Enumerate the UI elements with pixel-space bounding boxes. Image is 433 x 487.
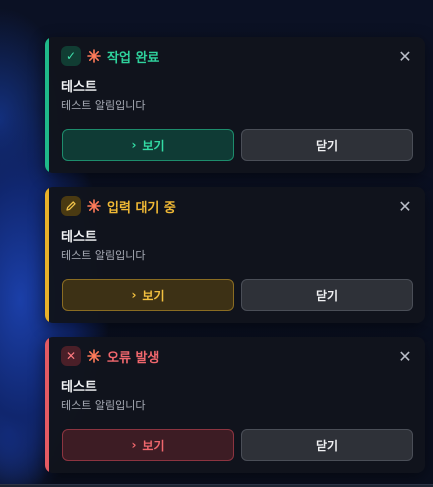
toast-title: 작업 완료: [107, 50, 160, 66]
toast-header: 입력 대기 중 ✕: [61, 196, 415, 216]
close-icon[interactable]: ✕: [395, 196, 415, 216]
dismiss-button[interactable]: 닫기: [241, 279, 413, 311]
chevron-right-icon: ›: [131, 138, 137, 152]
dismiss-button-label: 닫기: [315, 438, 339, 453]
message-heading: 테스트: [61, 80, 97, 95]
check-icon: ✓: [61, 46, 81, 66]
message-heading: 테스트: [61, 230, 97, 245]
dismiss-button[interactable]: 닫기: [241, 129, 413, 161]
toast-header: ✓ 작업 완료 ✕: [61, 46, 415, 66]
message-heading: 테스트: [61, 380, 97, 395]
chevron-right-icon: ›: [131, 288, 137, 302]
view-button[interactable]: › 보기: [62, 129, 234, 161]
toast-title: 오류 발생: [107, 350, 160, 366]
message-body: 테스트 알림입니다: [61, 249, 146, 262]
message-body: 테스트 알림입니다: [61, 99, 146, 112]
view-button[interactable]: › 보기: [62, 279, 234, 311]
view-button-label: 보기: [142, 138, 165, 153]
spark-icon: [86, 48, 102, 64]
accent-bar: [45, 37, 49, 173]
dismiss-button-label: 닫기: [315, 138, 339, 153]
view-button-label: 보기: [142, 438, 165, 453]
spark-icon: [86, 198, 102, 214]
view-button-label: 보기: [142, 288, 165, 303]
toast-success: ✓ 작업 완료 ✕ 테스트 테스트 알림입니다 › 보기 닫기: [45, 37, 425, 173]
toast-error: ✕ 오류 발생 ✕ 테스트 테스트 알림입니다 › 보기 닫기: [45, 337, 425, 473]
dismiss-button[interactable]: 닫기: [241, 429, 413, 461]
view-button[interactable]: › 보기: [62, 429, 234, 461]
x-icon: ✕: [61, 346, 81, 366]
accent-bar: [45, 337, 49, 473]
toast-header: ✕ 오류 발생 ✕: [61, 346, 415, 366]
spark-icon: [86, 348, 102, 364]
message-body: 테스트 알림입니다: [61, 399, 146, 412]
dismiss-button-label: 닫기: [315, 288, 339, 303]
toast-warning: 입력 대기 중 ✕ 테스트 테스트 알림입니다 › 보기 닫기: [45, 187, 425, 323]
pencil-icon: [61, 196, 81, 216]
accent-bar: [45, 187, 49, 323]
chevron-right-icon: ›: [131, 438, 137, 452]
close-icon[interactable]: ✕: [395, 46, 415, 66]
toast-title: 입력 대기 중: [107, 200, 176, 216]
close-icon[interactable]: ✕: [395, 346, 415, 366]
